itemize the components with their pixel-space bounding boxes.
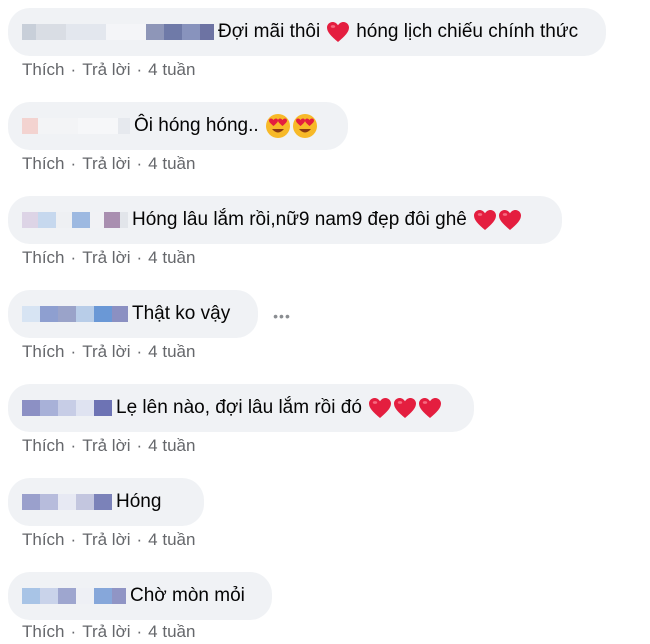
reply-link[interactable]: Trả lời xyxy=(82,154,130,174)
comment-actions: Thích · Trả lời · 4 tuần xyxy=(22,620,195,644)
comment-text: Ôi hóng hóng.. xyxy=(134,115,259,136)
commenter-name-pixelated[interactable] xyxy=(22,113,130,139)
red-heart-icon xyxy=(498,210,521,230)
separator-dot: · xyxy=(136,248,143,267)
comment-bubble: Thật ko vậy xyxy=(8,290,258,338)
emoji-group xyxy=(265,113,318,139)
comment-timestamp[interactable]: 4 tuần xyxy=(148,342,195,362)
reply-link[interactable]: Trả lời xyxy=(82,530,130,550)
comment-text: Lẹ lên nào, đợi lâu lắm rồi đó xyxy=(116,397,362,418)
comment-text: Thật ko vậy xyxy=(132,303,231,324)
comment-actions: Thích · Trả lời · 4 tuần xyxy=(22,340,195,364)
comment-actions: Thích · Trả lời · 4 tuần xyxy=(22,246,195,270)
comment-timestamp[interactable]: 4 tuần xyxy=(148,530,195,550)
comment-bubble: Ôi hóng hóng.. xyxy=(8,102,348,150)
commenter-name-pixelated[interactable] xyxy=(22,489,112,515)
like-link[interactable]: Thích xyxy=(22,60,65,80)
comment-actions: Thích · Trả lời · 4 tuần xyxy=(22,58,195,82)
separator-dot: · xyxy=(70,154,77,173)
reply-link[interactable]: Trả lời xyxy=(82,60,130,80)
separator-dot: · xyxy=(70,342,77,361)
like-link[interactable]: Thích xyxy=(22,154,65,174)
comment-bubble: Lẹ lên nào, đợi lâu lắm rồi đó xyxy=(8,384,474,432)
commenter-name-pixelated[interactable] xyxy=(22,301,128,327)
comment-timestamp[interactable]: 4 tuần xyxy=(148,436,195,456)
like-link[interactable]: Thích xyxy=(22,436,65,456)
reply-link[interactable]: Trả lời xyxy=(82,248,130,268)
separator-dot: · xyxy=(136,60,143,79)
comment-bubble: Đợi mãi thôi hóng lịch chiếu chính thức xyxy=(8,8,606,56)
comment-text: Hóng xyxy=(116,491,162,512)
commenter-name-pixelated[interactable] xyxy=(22,395,112,421)
commenter-name-pixelated[interactable] xyxy=(22,19,214,45)
separator-dot: · xyxy=(136,154,143,173)
comment-text: Chờ mòn mỏi xyxy=(130,585,245,606)
separator-dot: · xyxy=(70,248,77,267)
comment-timestamp[interactable]: 4 tuần xyxy=(148,60,195,80)
reply-link[interactable]: Trả lời xyxy=(82,342,130,362)
comment-bubble: Chờ mòn mỏi xyxy=(8,572,272,620)
comment-actions: Thích · Trả lời · 4 tuần xyxy=(22,152,195,176)
separator-dot: · xyxy=(70,530,77,549)
like-link[interactable]: Thích xyxy=(22,248,65,268)
red-heart-icon xyxy=(393,398,416,418)
comment-bubble: Hóng lâu lắm rồi,nữ9 nam9 đẹp đôi ghê xyxy=(8,196,562,244)
reply-link[interactable]: Trả lời xyxy=(82,436,130,456)
heart-eyes-emoji-icon xyxy=(265,114,290,138)
like-link[interactable]: Thích xyxy=(22,530,65,550)
comment-text-continued: hóng lịch chiếu chính thức xyxy=(356,21,579,42)
like-link[interactable]: Thích xyxy=(22,342,65,362)
comment-timestamp[interactable]: 4 tuần xyxy=(148,622,195,642)
comment-actions: Thích · Trả lời · 4 tuần xyxy=(22,528,195,552)
separator-dot: · xyxy=(70,436,77,455)
comment-actions: Thích · Trả lời · 4 tuần xyxy=(22,434,195,458)
reply-link[interactable]: Trả lời xyxy=(82,622,130,642)
separator-dot: · xyxy=(70,60,77,79)
commenter-name-pixelated[interactable] xyxy=(22,207,128,233)
red-heart-icon xyxy=(327,22,350,42)
red-heart-icon xyxy=(368,398,391,418)
comment-text: Đợi mãi thôi xyxy=(218,21,321,42)
emoji-group xyxy=(473,209,522,231)
separator-dot: · xyxy=(70,622,77,641)
emoji-group xyxy=(368,397,442,419)
separator-dot: · xyxy=(136,530,143,549)
commenter-name-pixelated[interactable] xyxy=(22,583,126,609)
red-heart-icon xyxy=(418,398,441,418)
comment-timestamp[interactable]: 4 tuần xyxy=(148,248,195,268)
comment-bubble: Hóng xyxy=(8,478,204,526)
separator-dot: · xyxy=(136,436,143,455)
heart-eyes-emoji-icon xyxy=(292,114,317,138)
more-options-icon[interactable]: ••• xyxy=(270,304,294,328)
comment-text: Hóng lâu lắm rồi,nữ9 nam9 đẹp đôi ghê xyxy=(132,209,467,230)
like-link[interactable]: Thích xyxy=(22,622,65,642)
separator-dot: · xyxy=(136,342,143,361)
comment-timestamp[interactable]: 4 tuần xyxy=(148,154,195,174)
red-heart-icon xyxy=(473,210,496,230)
separator-dot: · xyxy=(136,622,143,641)
